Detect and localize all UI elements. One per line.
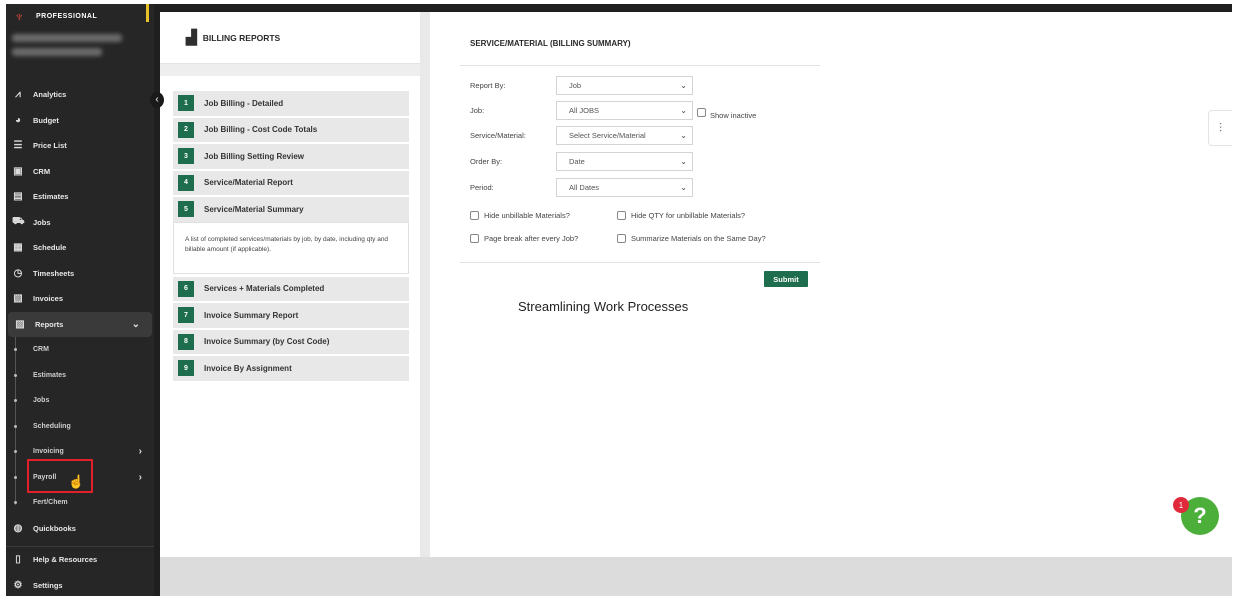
video-caption: Streamlining Work Processes xyxy=(518,299,689,314)
sliders-icon: ⫶ xyxy=(1218,120,1222,135)
chevron-right-icon: › xyxy=(138,446,142,458)
report-item[interactable]: 2 Job Billing - Cost Code Totals xyxy=(173,117,409,142)
sidebar-item-quickbooks[interactable]: ◍ Quickbooks xyxy=(6,516,154,542)
sidebar-item-help-resources[interactable]: ▯ Help & Resources xyxy=(6,547,154,573)
report-item[interactable]: 9 Invoice By Assignment xyxy=(173,356,409,381)
divider xyxy=(460,65,820,66)
report-by-row: Report By: Job ⌄ xyxy=(470,76,693,95)
chevron-right-icon: › xyxy=(138,471,142,483)
report-item-selected[interactable]: 5 Service/Material Summary xyxy=(173,197,409,222)
sidebar-subitem-crm[interactable]: CRM xyxy=(6,337,154,363)
job-row: Job: All JOBS ⌄ Show inactive xyxy=(470,101,756,120)
sidebar-item-settings[interactable]: ⚙ Settings xyxy=(6,573,154,597)
chevron-down-icon: ⌄ xyxy=(680,131,687,140)
gear-icon: ⚙ xyxy=(13,579,23,591)
chevron-down-icon: ⌄ xyxy=(680,157,687,166)
service-material-select[interactable]: Select Service/Material ⌄ xyxy=(556,126,693,145)
sidebar-subitem-jobs[interactable]: Jobs xyxy=(6,388,154,414)
hide-qty-checkbox[interactable]: Hide QTY for unbillable Materials? xyxy=(617,211,745,220)
sidebar-subitem-estimates[interactable]: Estimates xyxy=(6,363,154,389)
chart-line-icon: ⩘ xyxy=(15,89,21,101)
billing-reports-title: BILLING REPORTS xyxy=(202,32,281,43)
sidebar-item-crm[interactable]: ▣ CRM xyxy=(6,159,154,185)
footer-band xyxy=(160,557,1232,596)
sidebar-subitem-scheduling[interactable]: Scheduling xyxy=(6,414,154,440)
summarize-checkbox[interactable]: Summarize Materials on the Same Day? xyxy=(617,234,766,243)
report-by-select[interactable]: Job ⌄ xyxy=(556,76,693,95)
show-inactive-checkbox[interactable]: Show inactive xyxy=(697,105,756,120)
contact-card-icon: ▣ xyxy=(13,165,23,177)
invoice-icon: ▧ xyxy=(13,293,23,305)
report-item[interactable]: 6 Services + Materials Completed xyxy=(173,276,409,301)
form-title: SERVICE/MATERIAL (BILLING SUMMARY) xyxy=(470,39,631,48)
sidebar-item-timesheets[interactable]: ◷ Timesheets xyxy=(6,261,154,287)
report-item[interactable]: 1 Job Billing - Detailed xyxy=(173,91,409,116)
chevron-down-icon: ⌄ xyxy=(680,81,687,90)
calendar-icon: ▦ xyxy=(13,242,23,254)
pie-chart-icon: ◕ xyxy=(14,114,22,126)
sidebar-item-schedule[interactable]: ▦ Schedule xyxy=(6,235,154,261)
sidebar-item-invoices[interactable]: ▧ Invoices xyxy=(6,286,154,312)
sidebar-item-jobs[interactable]: ⛟ Jobs xyxy=(6,210,154,236)
sidebar-subitem-fert-chem[interactable]: Fert/Chem xyxy=(6,490,154,516)
order-by-select[interactable]: Date ⌄ xyxy=(556,152,693,171)
sidebar-item-budget[interactable]: ◕ Budget xyxy=(6,108,154,134)
app-frame: ♆ PROFESSIONAL ⩘ Analytics ◕ Budget ☰ Pr… xyxy=(6,4,1232,596)
hand-cursor-icon: ☝ xyxy=(68,474,85,489)
report-list: 1 Job Billing - Detailed 2 Job Billing -… xyxy=(173,91,409,383)
bar-chart-icon: ▟ xyxy=(186,29,197,45)
report-item[interactable]: 8 Invoice Summary (by Cost Code) xyxy=(173,329,409,354)
billing-reports-header: ▟ BILLING REPORTS xyxy=(160,12,420,64)
period-row: Period: All Dates ⌄ xyxy=(470,178,693,197)
question-mark-icon: ? xyxy=(1193,503,1207,528)
report-item[interactable]: 4 Service/Material Report xyxy=(173,170,409,195)
brand-marker xyxy=(146,4,149,22)
company-name-blurred xyxy=(12,28,142,68)
report-description: A list of completed services/materials b… xyxy=(173,221,409,274)
job-select[interactable]: All JOBS ⌄ xyxy=(556,101,693,120)
sidebar: ♆ PROFESSIONAL ⩘ Analytics ◕ Budget ☰ Pr… xyxy=(6,4,154,596)
chevron-down-icon: ⌄ xyxy=(131,318,140,330)
main-content: ▟ BILLING REPORTS 1 Job Billing - Detail… xyxy=(160,12,1232,596)
list-icon: ☰ xyxy=(13,140,23,152)
brand: ♆ PROFESSIONAL xyxy=(14,8,97,24)
page-break-checkbox[interactable]: Page break after every Job? xyxy=(470,234,578,243)
sidebar-collapse-button[interactable]: ‹ xyxy=(150,92,164,108)
sidebar-item-price-list[interactable]: ☰ Price List xyxy=(6,133,154,159)
order-by-row: Order By: Date ⌄ xyxy=(470,152,693,171)
report-item[interactable]: 3 Job Billing Setting Review xyxy=(173,144,409,169)
report-form-panel: SERVICE/MATERIAL (BILLING SUMMARY) Repor… xyxy=(430,12,1232,557)
report-item[interactable]: 7 Invoice Summary Report xyxy=(173,303,409,328)
billing-reports-panel: ▟ BILLING REPORTS 1 Job Billing - Detail… xyxy=(160,12,420,557)
brand-name: PROFESSIONAL xyxy=(36,12,98,20)
truck-icon: ⛟ xyxy=(12,215,25,227)
submit-button[interactable]: Submit xyxy=(764,271,808,287)
chevron-down-icon: ⌄ xyxy=(680,183,687,192)
divider xyxy=(460,262,820,263)
report-icon: ▨ xyxy=(15,318,25,330)
clock-icon: ◷ xyxy=(13,267,23,279)
help-book-icon: ▯ xyxy=(15,554,21,566)
sidebar-item-estimates[interactable]: ▤ Estimates xyxy=(6,184,154,210)
hide-unbillable-checkbox[interactable]: Hide unbillable Materials? xyxy=(470,211,570,220)
plant-logo-icon: ♆ xyxy=(14,8,25,24)
document-icon: ▤ xyxy=(13,191,23,203)
service-material-row: Service/Material: Select Service/Materia… xyxy=(470,126,693,145)
sidebar-item-reports[interactable]: ▨ Reports ⌄ xyxy=(8,311,152,337)
chevron-down-icon: ⌄ xyxy=(680,106,687,115)
quickbooks-icon: ◍ xyxy=(13,522,23,534)
period-select[interactable]: All Dates ⌄ xyxy=(556,178,693,197)
sidebar-item-analytics[interactable]: ⩘ Analytics xyxy=(6,82,154,108)
sidebar-bottom: ▯ Help & Resources ⚙ Settings xyxy=(6,546,154,596)
filter-settings-button[interactable]: ⫶ xyxy=(1208,110,1232,146)
notification-badge: 1 xyxy=(1173,497,1189,513)
